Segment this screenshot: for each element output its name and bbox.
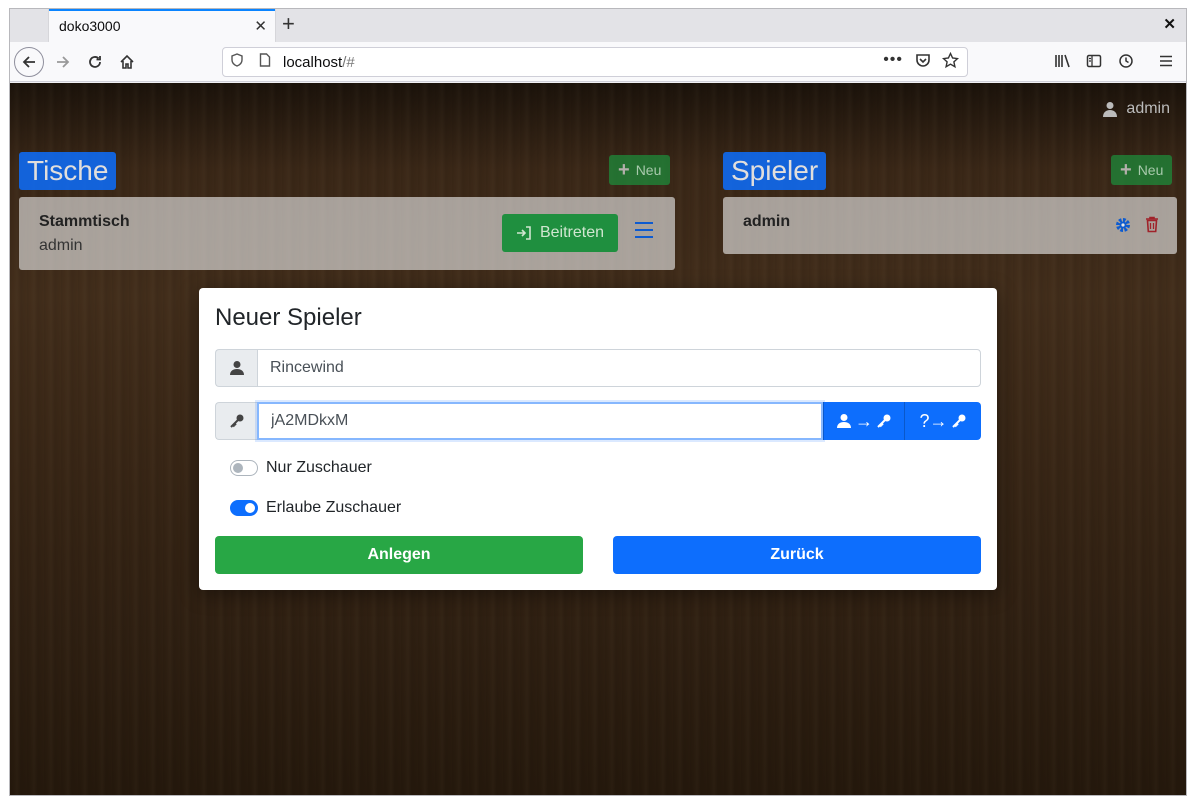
url-bar[interactable]: localhost/# •••: [222, 47, 968, 77]
back-button[interactable]: [14, 47, 44, 77]
player-card: admin: [723, 197, 1177, 254]
reload-button[interactable]: [80, 47, 110, 77]
key-icon: [951, 414, 965, 428]
new-player-label: Neu: [1137, 162, 1164, 178]
plus-icon: +: [1120, 159, 1132, 181]
arrow-icon: →: [855, 410, 873, 431]
tab-strip: doko3000 ✕ + ✕: [10, 9, 1186, 42]
trash-icon[interactable]: [1145, 216, 1159, 238]
sidebar-icon[interactable]: [1086, 53, 1102, 74]
reload-icon: [89, 56, 101, 68]
players-title: Spieler: [723, 152, 827, 190]
url-text[interactable]: localhost/#: [283, 54, 355, 71]
new-player-button[interactable]: + Neu: [1111, 155, 1173, 185]
shield-icon[interactable]: [231, 53, 243, 70]
password-field[interactable]: [257, 402, 823, 440]
username-field[interactable]: [257, 349, 981, 387]
enter-icon: [516, 226, 531, 240]
forward-button[interactable]: [48, 47, 78, 77]
back-arrow-icon: [22, 56, 35, 68]
table-card: Stammtisch admin Beitreten: [19, 197, 675, 270]
current-user-name: admin: [1126, 100, 1170, 117]
url-host: localhost: [283, 54, 343, 71]
page-content: admin Tische + Neu Stammtisch admin Beit…: [10, 83, 1186, 795]
spectator-only-row: Nur Zuschauer: [230, 459, 372, 477]
table-owner: admin: [39, 237, 83, 254]
page-icon: [259, 53, 271, 70]
pocket-icon[interactable]: [915, 53, 931, 72]
random-password-button[interactable]: ?→: [904, 402, 981, 440]
user-icon: [215, 349, 257, 387]
home-icon: [120, 54, 134, 69]
allow-spectators-row: Erlaube Zuschauer: [230, 499, 401, 517]
plus-icon: +: [618, 159, 630, 181]
page-actions-icon[interactable]: •••: [883, 51, 903, 69]
tab-close-icon[interactable]: ✕: [254, 17, 267, 35]
key-icon: [877, 414, 891, 428]
back-dialog-button[interactable]: Zurück: [613, 536, 981, 574]
nav-bar: localhost/# •••: [10, 42, 1186, 82]
library-icon[interactable]: [1054, 53, 1072, 74]
hamburger-icon[interactable]: [1158, 53, 1174, 74]
create-button[interactable]: Anlegen: [215, 536, 583, 574]
key-icon: [215, 402, 257, 440]
forward-arrow-icon: [57, 56, 70, 68]
browser-tab[interactable]: doko3000 ✕: [49, 9, 275, 42]
random-password-label: ?→: [919, 410, 948, 431]
browser-window: doko3000 ✕ + ✕ localhost/# ••• admin Tis…: [9, 8, 1187, 796]
new-tab-button[interactable]: +: [282, 12, 295, 36]
spectator-only-label: Nur Zuschauer: [266, 459, 372, 476]
user-icon: [1103, 102, 1118, 117]
history-icon[interactable]: [1118, 53, 1134, 74]
allow-spectators-label: Erlaube Zuschauer: [266, 499, 402, 516]
join-table-label: Beitreten: [539, 224, 605, 241]
gear-icon[interactable]: [1114, 216, 1132, 240]
username-to-password-button[interactable]: →: [823, 402, 904, 440]
new-table-button[interactable]: + Neu: [609, 155, 671, 185]
password-group: → ?→: [215, 402, 981, 440]
new-player-dialog: Neuer Spieler → ?→: [199, 288, 997, 590]
dialog-title: Neuer Spieler: [215, 304, 362, 331]
username-group: [215, 349, 981, 387]
table-name: Stammtisch: [39, 213, 130, 230]
home-button[interactable]: [112, 47, 142, 77]
new-table-label: Neu: [635, 162, 662, 178]
current-user[interactable]: admin: [1102, 100, 1170, 118]
url-path: /#: [342, 54, 355, 71]
player-name: admin: [743, 213, 791, 230]
tab-title: doko3000: [59, 18, 121, 34]
user-icon: [837, 414, 851, 428]
tables-title: Tische: [19, 152, 117, 190]
spectator-only-switch[interactable]: [230, 460, 258, 476]
star-icon[interactable]: [941, 51, 960, 74]
join-table-button[interactable]: Beitreten: [502, 214, 618, 252]
menu-icon[interactable]: [635, 222, 653, 238]
allow-spectators-switch[interactable]: [230, 500, 258, 516]
window-close-icon[interactable]: ✕: [1163, 15, 1176, 33]
